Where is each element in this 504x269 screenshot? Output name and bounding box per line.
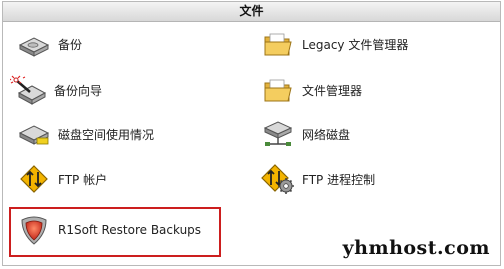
ftp-process-control-item[interactable]: FTP 进程控制 bbox=[258, 162, 375, 196]
folder-icon bbox=[258, 73, 298, 107]
legacy-file-manager-label: Legacy 文件管理器 bbox=[302, 37, 409, 52]
r1soft-restore-backups-item[interactable]: R1Soft Restore Backups bbox=[14, 213, 201, 247]
file-manager-item[interactable]: 文件管理器 bbox=[258, 73, 362, 107]
ftp-process-gear-icon bbox=[258, 162, 298, 196]
backup-label: 备份 bbox=[58, 37, 83, 52]
r1soft-restore-backups-label: R1Soft Restore Backups bbox=[58, 223, 202, 237]
backup-disk-icon bbox=[14, 27, 54, 61]
backup-item[interactable]: 备份 bbox=[14, 27, 82, 61]
disk-usage-item[interactable]: 磁盘空间使用情况 bbox=[14, 117, 154, 151]
legacy-file-manager-item[interactable]: Legacy 文件管理器 bbox=[258, 27, 408, 61]
ftp-process-control-label: FTP 进程控制 bbox=[302, 172, 376, 187]
ftp-account-label: FTP 帐户 bbox=[58, 172, 108, 187]
ftp-account-icon bbox=[14, 162, 54, 196]
network-disk-item[interactable]: 网络磁盘 bbox=[258, 117, 350, 151]
backup-wizard-item[interactable]: 备份向导 bbox=[10, 73, 102, 107]
network-disk-label: 网络磁盘 bbox=[302, 127, 351, 142]
ftp-account-item[interactable]: FTP 帐户 bbox=[14, 162, 107, 196]
panel-header: 文件 bbox=[3, 2, 500, 22]
r1soft-shield-icon bbox=[14, 213, 54, 247]
disk-usage-icon bbox=[14, 117, 54, 151]
watermark-text: yhmhost.com bbox=[342, 237, 490, 259]
backup-wizard-icon bbox=[10, 73, 50, 107]
backup-wizard-label: 备份向导 bbox=[54, 83, 103, 98]
file-manager-label: 文件管理器 bbox=[302, 83, 363, 98]
network-disk-icon bbox=[258, 117, 298, 151]
legacy-folder-icon bbox=[258, 27, 298, 61]
disk-usage-label: 磁盘空间使用情况 bbox=[58, 127, 155, 142]
